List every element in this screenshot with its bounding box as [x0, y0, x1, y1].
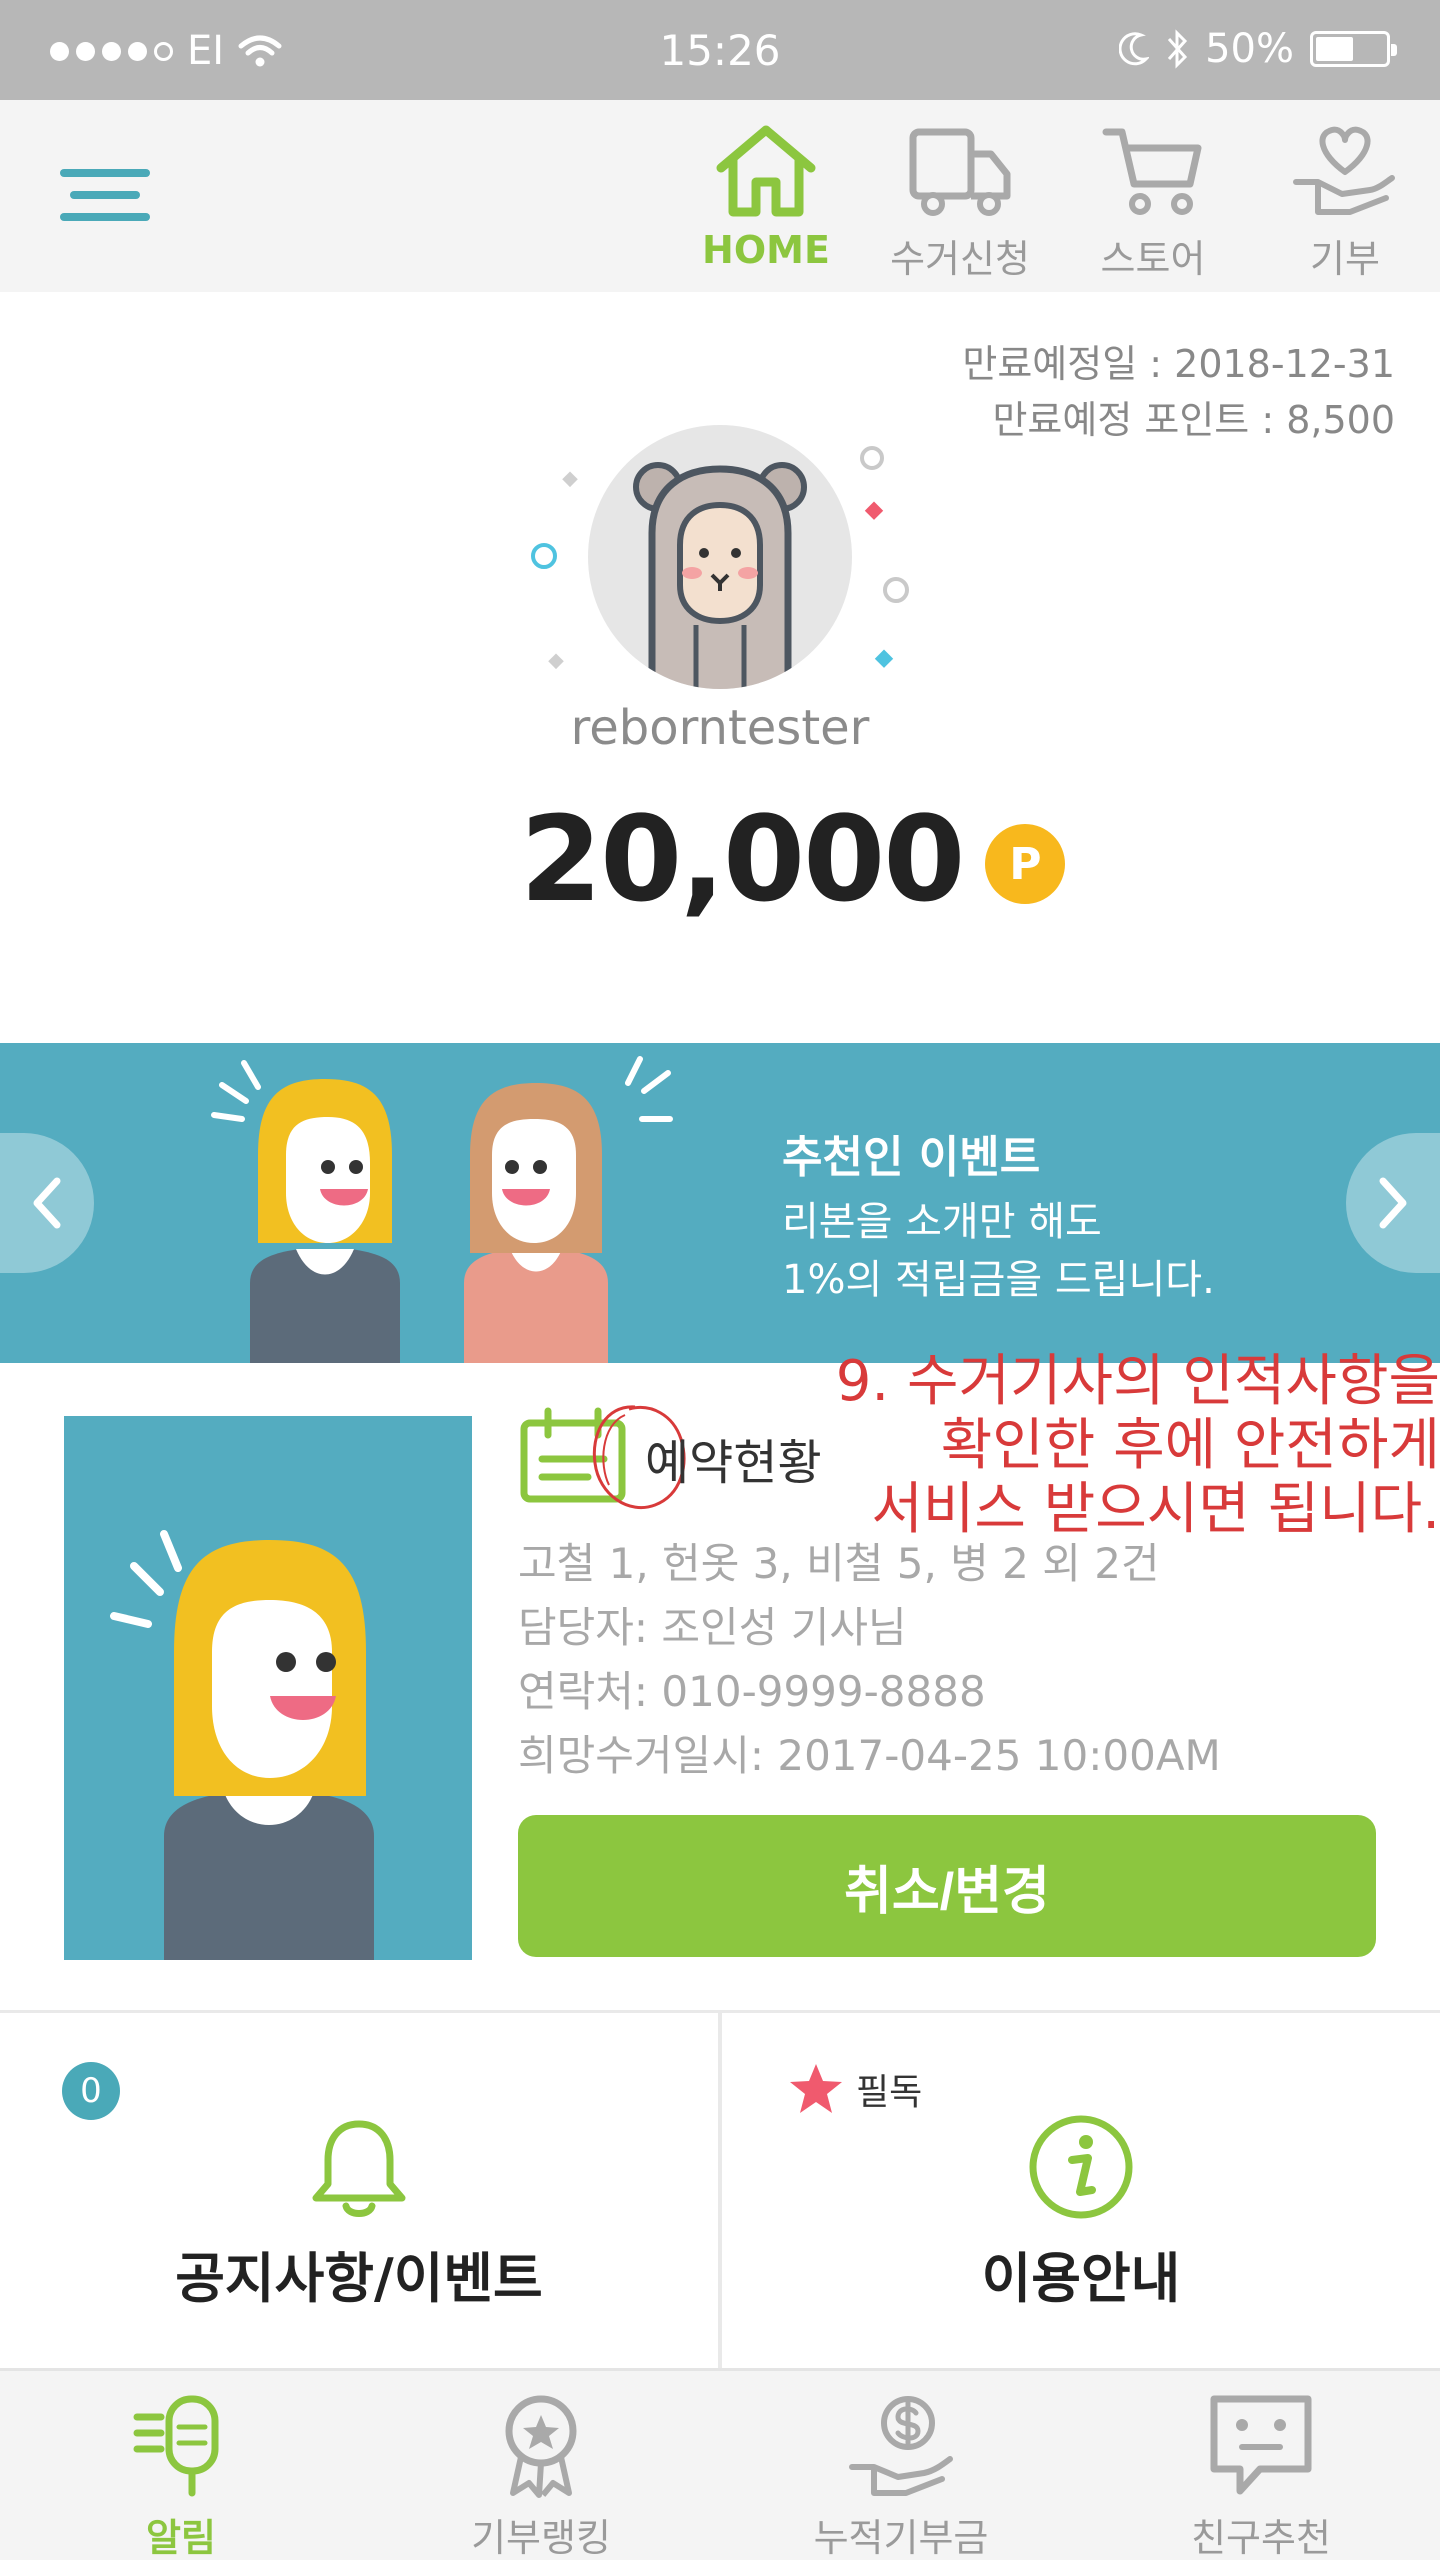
point-coin-icon: P — [985, 824, 1066, 904]
bluetooth-icon — [1167, 29, 1188, 69]
nav-store[interactable]: 스토어 — [1073, 120, 1233, 285]
expiry-info: 만료예정일 : 2018-12-31 만료예정 포인트 : 8,500 — [962, 336, 1395, 448]
tab-notifications-label: 알림 — [146, 2516, 216, 2560]
pickup-driver-photo — [64, 1416, 472, 1960]
banner-description: 리본을 소개만 해도 1%의 적립금을 드립니다. — [782, 1193, 1215, 1309]
points-value: 20,000 — [520, 790, 965, 928]
annotation-line-3: 서비스 받으시면 됩니다. — [871, 1477, 1440, 1542]
driver-illustration — [110, 1530, 374, 1960]
ranking-medal-icon — [505, 2395, 577, 2498]
banner-next-button[interactable] — [1346, 1133, 1440, 1273]
top-navigation: HOME 수거신청 스토어 기부 — [0, 100, 1440, 292]
must-read-tag: 필독 — [788, 2062, 922, 2116]
tab-refer-friend[interactable]: 친구추천 — [1136, 2391, 1386, 2560]
usage-guide-tile[interactable]: 필독 이용안내 — [722, 2012, 1440, 2368]
bottom-tab-bar: 알림 기부랭킹 누적기부금 친구추천 — [0, 2368, 1440, 2560]
reservation-contact: 연락처: 010-9999-8888 — [518, 1667, 986, 1716]
bell-icon — [312, 2120, 406, 2217]
banner-prev-button[interactable] — [0, 1133, 94, 1273]
tutorial-annotation: 9. 수거기사의 인적사항을 확인한 후에 안전하게 서비스 받으시면 됩니다. — [740, 1350, 1440, 1542]
annotation-line-2: 확인한 후에 안전하게 — [940, 1413, 1440, 1478]
nav-home-label: HOME — [702, 228, 830, 272]
points-display: 20,000 P — [520, 790, 1066, 928]
reservation-manager: 담당자: 조인성 기사님 — [518, 1603, 907, 1652]
info-icon — [1029, 2115, 1133, 2219]
nav-home[interactable]: HOME — [686, 120, 846, 285]
notice-event-label: 공지사항/이벤트 — [175, 2247, 543, 2310]
cart-icon — [1102, 128, 1202, 215]
heart-hand-icon — [1293, 126, 1395, 215]
nav-pickup-label: 수거신청 — [890, 237, 1030, 281]
moon-icon — [1119, 32, 1150, 66]
banner-illustration — [211, 1056, 673, 1363]
battery-icon — [1310, 31, 1397, 67]
bear-hood-avatar-icon — [633, 462, 807, 689]
nav-donation[interactable]: 기부 — [1265, 120, 1425, 285]
home-icon — [716, 125, 816, 217]
annotation-line-1: 9. 수거기사의 인적사항을 — [835, 1349, 1440, 1414]
must-read-label: 필독 — [856, 2072, 923, 2113]
chevron-right-icon — [1379, 1177, 1407, 1229]
tab-donation-ranking[interactable]: 기부랭킹 — [416, 2391, 666, 2560]
status-bar: EI 15:26 50% — [0, 0, 1440, 100]
expiry-date: 만료예정일 : 2018-12-31 — [962, 342, 1395, 386]
nav-pickup-request[interactable]: 수거신청 — [880, 120, 1040, 285]
reservation-details: 고철 1, 헌옷 3, 비철 5, 병 2 외 2건 담당자: 조인성 기사님 … — [518, 1532, 1221, 1788]
status-right: 50% — [1119, 26, 1397, 72]
menu-icon[interactable] — [60, 165, 150, 225]
tab-notifications[interactable]: 알림 — [56, 2391, 306, 2560]
notification-mic-icon — [133, 2395, 219, 2497]
battery-percent: 50% — [1205, 26, 1294, 72]
tab-total-donation[interactable]: 누적기부금 — [776, 2391, 1026, 2560]
notice-event-tile[interactable]: 0 공지사항/이벤트 — [0, 2012, 718, 2368]
referral-event-banner[interactable]: 추천인 이벤트 리본을 소개만 해도 1%의 적립금을 드립니다. — [0, 1043, 1440, 1363]
banner-line-1: 리본을 소개만 해도 — [782, 1199, 1102, 1245]
star-icon — [790, 2064, 842, 2113]
coin-hand-icon — [849, 2396, 953, 2496]
tab-refer-friend-label: 친구추천 — [1191, 2516, 1331, 2560]
tab-donation-ranking-label: 기부랭킹 — [471, 2516, 611, 2560]
tab-total-donation-label: 누적기부금 — [813, 2516, 989, 2560]
chat-face-icon — [1210, 2395, 1312, 2495]
cancel-change-button[interactable]: 취소/변경 — [518, 1815, 1376, 1957]
expiry-points: 만료예정 포인트 : 8,500 — [992, 398, 1395, 442]
banner-line-2: 1%의 적립금을 드립니다. — [782, 1257, 1215, 1303]
username: reborntester — [570, 700, 870, 756]
nav-donation-label: 기부 — [1310, 237, 1380, 281]
chevron-left-icon — [33, 1177, 61, 1229]
reservation-datetime: 희망수거일시: 2017-04-25 10:00AM — [518, 1731, 1221, 1780]
profile-avatar[interactable] — [588, 425, 852, 689]
banner-title: 추천인 이벤트 — [782, 1132, 1041, 1183]
truck-icon — [909, 128, 1011, 216]
nav-store-label: 스토어 — [1100, 237, 1206, 281]
usage-guide-label: 이용안내 — [981, 2247, 1181, 2310]
